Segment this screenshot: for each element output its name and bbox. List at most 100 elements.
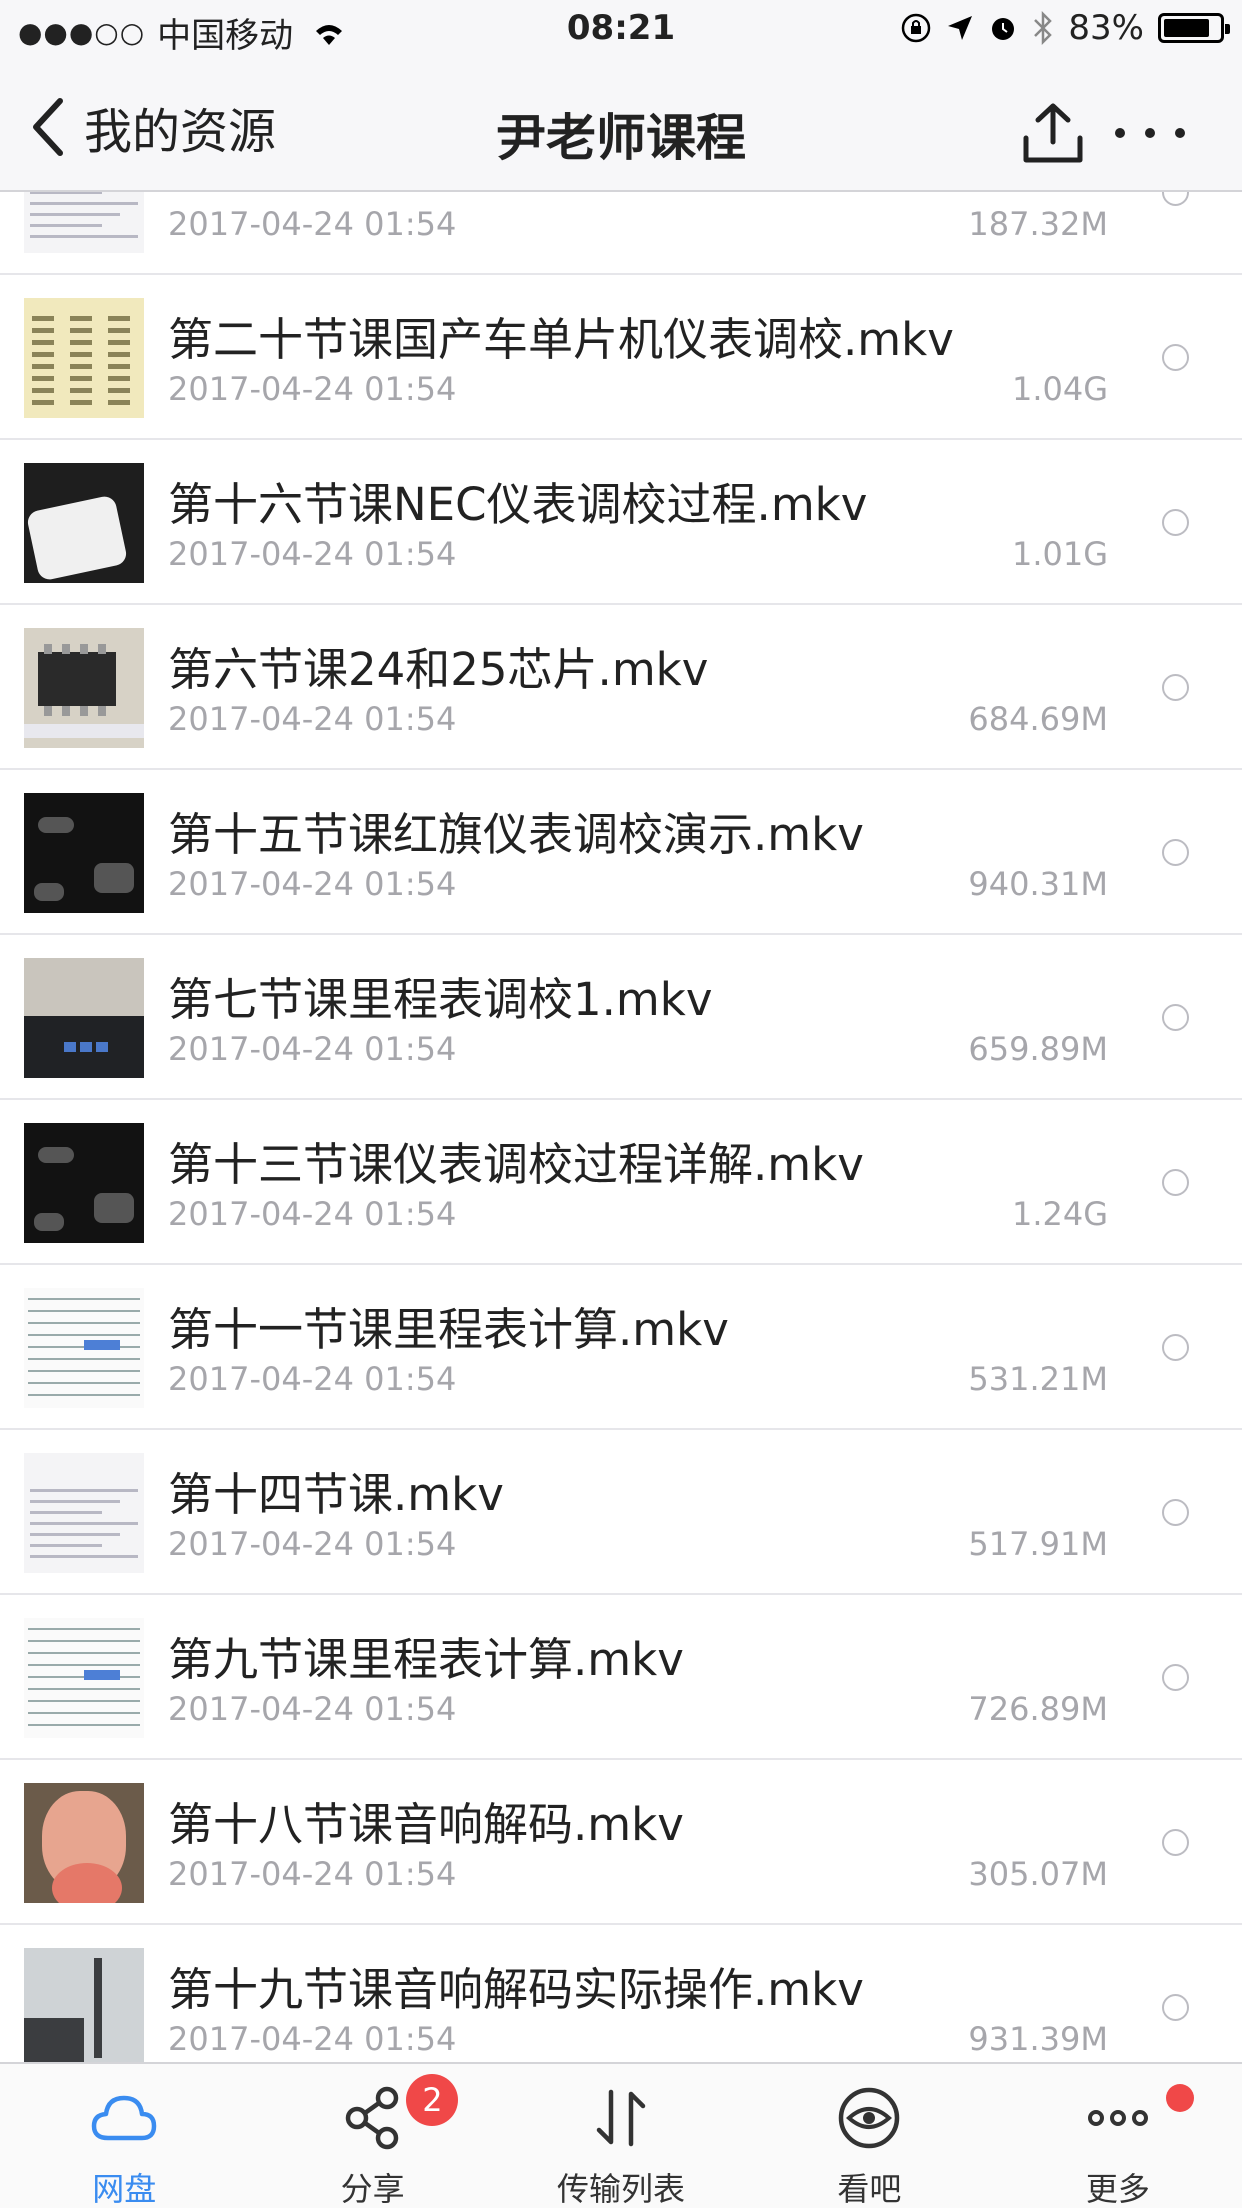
tab-transfer-list[interactable]: 传输列表 [497, 2064, 745, 2208]
tab-label: 传输列表 [557, 2170, 686, 2208]
file-row[interactable]: 第九节课里程表计算.mkv 2017-04-24 01:54 726.89M [0, 1595, 1242, 1760]
file-size: 684.69M [968, 700, 1108, 738]
file-date: 2017-04-24 01:54 [168, 865, 457, 903]
battery-level [1164, 19, 1209, 37]
tab-more[interactable]: 更多 [994, 2064, 1242, 2208]
file-row[interactable]: 第十三节课仪表调校过程详解.mkv 2017-04-24 01:54 1.24G [0, 1100, 1242, 1265]
file-row[interactable]: 第十九节课音响解码实际操作.mkv 2017-04-24 01:54 931.39M [0, 1925, 1242, 2062]
select-checkbox[interactable] [1162, 1994, 1189, 2021]
tab-label: 分享 [340, 2170, 405, 2208]
select-checkbox[interactable] [1162, 344, 1189, 371]
video-thumbnail [24, 1618, 144, 1738]
select-checkbox[interactable] [1162, 1499, 1189, 1526]
file-date: 2017-04-24 01:54 [168, 1690, 457, 1728]
file-row[interactable]: 第十六节课NEC仪表调校过程.mkv 2017-04-24 01:54 1.01G [0, 440, 1242, 605]
back-label: 我的资源 [84, 104, 277, 160]
select-checkbox[interactable] [1162, 509, 1189, 536]
notification-badge: 2 [406, 2074, 459, 2126]
file-name: 第六节课24和25芯片.mkv [168, 643, 709, 696]
notification-dot [1165, 2084, 1194, 2112]
more-options-icon[interactable] [1110, 118, 1190, 148]
select-checkbox[interactable] [1162, 1169, 1189, 1196]
status-bar: ●●●○○ 中国移动 08:21 83% [0, 0, 1242, 62]
file-date: 2017-04-24 01:54 [168, 2020, 457, 2058]
file-date: 2017-04-24 01:54 [168, 205, 457, 243]
file-size: 1.01G [1011, 535, 1108, 573]
file-date: 2017-04-24 01:54 [168, 700, 457, 738]
file-size: 726.89M [968, 1690, 1108, 1728]
select-checkbox[interactable] [1162, 1664, 1189, 1691]
tab-bar: 网盘 2 分享 传输列表 看吧 更多 [0, 2062, 1242, 2208]
tab-share[interactable]: 2 分享 [248, 2064, 496, 2208]
video-thumbnail [24, 463, 144, 583]
file-list[interactable]: 2017-04-24 01:54 187.32M 第二十节课国产车单片机仪表调校.m… [0, 192, 1242, 2062]
file-row[interactable]: 第十一节课里程表计算.mkv 2017-04-24 01:54 531.21M [0, 1265, 1242, 1430]
file-size: 659.89M [968, 1030, 1108, 1068]
back-button[interactable]: 我的资源 [30, 92, 276, 162]
file-name: 第十三节课仪表调校过程详解.mkv [168, 1138, 864, 1191]
tab-watch[interactable]: 看吧 [745, 2064, 993, 2208]
file-size: 187.32M [968, 205, 1108, 243]
file-name: 第十六节课NEC仪表调校过程.mkv [168, 478, 868, 531]
file-row[interactable]: 第十八节课音响解码.mkv 2017-04-24 01:54 305.07M [0, 1760, 1242, 1925]
video-thumbnail [24, 1453, 144, 1573]
file-row[interactable]: 第六节课24和25芯片.mkv 2017-04-24 01:54 684.69M [0, 605, 1242, 770]
file-size: 1.24G [1011, 1195, 1108, 1233]
file-date: 2017-04-24 01:54 [168, 370, 457, 408]
video-thumbnail [24, 192, 144, 253]
orientation-lock-icon [902, 13, 931, 43]
file-size: 940.31M [968, 865, 1108, 903]
upload-icon[interactable] [1018, 98, 1088, 168]
file-date: 2017-04-24 01:54 [168, 1030, 457, 1068]
file-size: 931.39M [968, 2020, 1108, 2058]
file-size: 1.04G [1011, 370, 1108, 408]
file-size: 531.21M [968, 1360, 1108, 1398]
file-date: 2017-04-24 01:54 [168, 1525, 457, 1563]
video-thumbnail [24, 958, 144, 1078]
file-row[interactable]: 第十四节课.mkv 2017-04-24 01:54 517.91M [0, 1430, 1242, 1595]
battery-percentage: 83% [1068, 8, 1144, 48]
tab-cloud-drive[interactable]: 网盘 [0, 2064, 248, 2208]
select-checkbox[interactable] [1162, 1334, 1189, 1361]
file-date: 2017-04-24 01:54 [168, 535, 457, 573]
more-icon [1087, 2110, 1148, 2126]
battery-icon [1158, 13, 1230, 43]
tab-label: 更多 [1085, 2170, 1150, 2208]
video-thumbnail [24, 1288, 144, 1408]
tab-label: 看吧 [837, 2170, 902, 2208]
file-size: 305.07M [968, 1855, 1108, 1893]
video-thumbnail [24, 1948, 144, 2062]
file-name: 第十九节课音响解码实际操作.mkv [168, 1963, 864, 2016]
file-date: 2017-04-24 01:54 [168, 1855, 457, 1893]
select-checkbox[interactable] [1162, 839, 1189, 866]
video-thumbnail [24, 298, 144, 418]
file-row[interactable]: 第十五节课红旗仪表调校演示.mkv 2017-04-24 01:54 940.31M [0, 770, 1242, 935]
file-name: 第十一节课里程表计算.mkv [168, 1303, 729, 1356]
bluetooth-icon [1034, 11, 1053, 45]
video-thumbnail [24, 1123, 144, 1243]
transfer-icon [596, 2089, 646, 2147]
file-name: 第十五节课红旗仪表调校演示.mkv [168, 808, 864, 861]
file-name: 第九节课里程表计算.mkv [168, 1633, 684, 1686]
file-name: 第二十节课国产车单片机仪表调校.mkv [168, 313, 954, 366]
file-row[interactable]: 2017-04-24 01:54 187.32M [0, 192, 1242, 275]
file-date: 2017-04-24 01:54 [168, 1360, 457, 1398]
video-thumbnail [24, 628, 144, 748]
tab-label: 网盘 [92, 2170, 157, 2208]
eye-icon [839, 2087, 900, 2149]
select-checkbox[interactable] [1162, 1829, 1189, 1856]
alarm-icon [992, 18, 1015, 40]
file-row[interactable]: 第二十节课国产车单片机仪表调校.mkv 2017-04-24 01:54 1.04G [0, 275, 1242, 440]
select-checkbox[interactable] [1162, 192, 1189, 206]
file-name: 第十四节课.mkv [168, 1468, 504, 1521]
share-icon [345, 2086, 398, 2150]
file-row[interactable]: 第七节课里程表调校1.mkv 2017-04-24 01:54 659.89M [0, 935, 1242, 1100]
cloud-icon [91, 2095, 157, 2141]
video-thumbnail [24, 1783, 144, 1903]
location-icon [948, 16, 973, 40]
file-size: 517.91M [968, 1525, 1108, 1563]
file-date: 2017-04-24 01:54 [168, 1195, 457, 1233]
select-checkbox[interactable] [1162, 674, 1189, 701]
select-checkbox[interactable] [1162, 1004, 1189, 1031]
video-thumbnail [24, 793, 144, 913]
